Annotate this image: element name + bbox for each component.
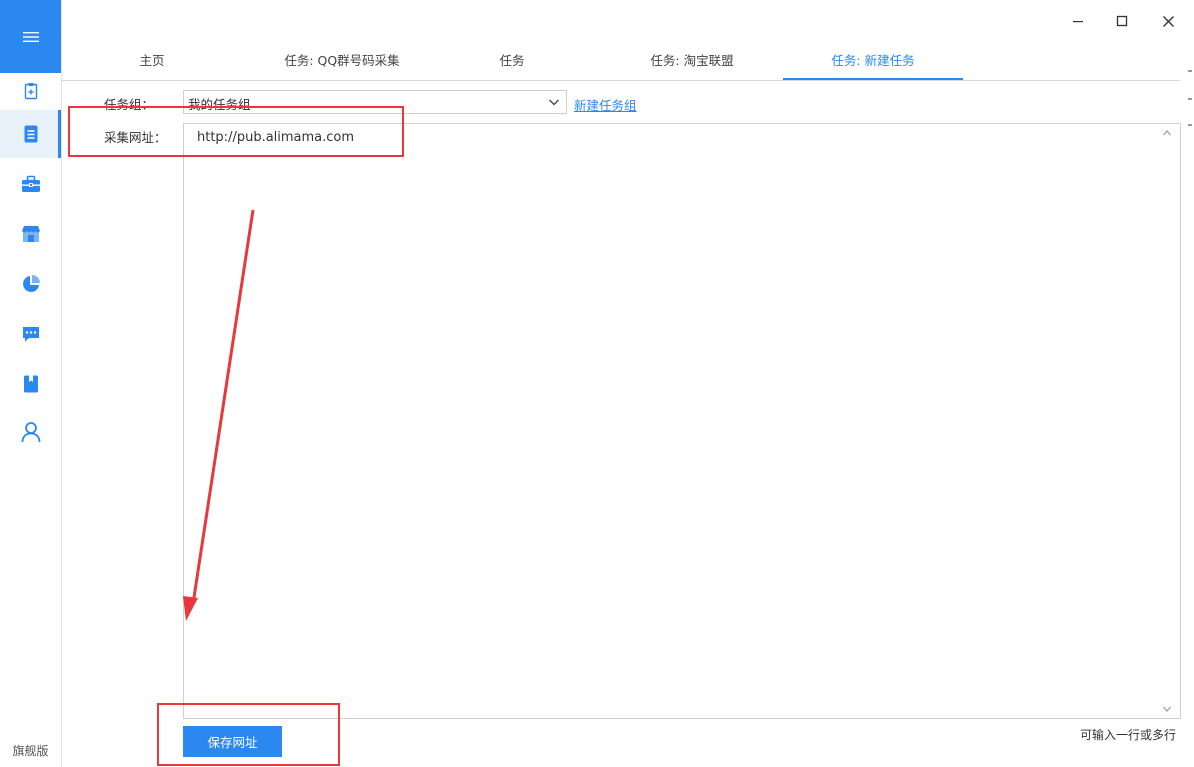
annotation-box-url <box>68 106 404 157</box>
close-icon <box>1162 15 1174 27</box>
minimize-button[interactable] <box>1066 10 1090 32</box>
sidebar-item-statistics[interactable] <box>0 260 61 308</box>
sidebar-item-store[interactable] <box>0 210 61 258</box>
maximize-icon <box>1116 15 1128 27</box>
hamburger-menu-button[interactable] <box>0 0 61 73</box>
input-hint: 可输入一行或多行 <box>1079 728 1176 742</box>
sidebar-item-messages[interactable] <box>0 310 61 358</box>
annotation-box-save <box>157 703 340 766</box>
maximize-button[interactable] <box>1110 10 1134 32</box>
tab-new-task[interactable]: 任务: 新建任务 <box>783 42 963 80</box>
tab-taobao-alliance[interactable]: 任务: 淘宝联盟 <box>622 42 762 79</box>
tab-qq-group-collect[interactable]: 任务: QQ群号码采集 <box>262 42 422 79</box>
book-icon <box>23 375 38 393</box>
url-textarea[interactable]: http://pub.alimama.com <box>183 123 1181 719</box>
briefcase-icon <box>21 175 40 192</box>
edition-label: 旗舰版 <box>12 744 49 758</box>
tab-bar: 主页 任务: QQ群号码采集 任务 任务: 淘宝联盟 任务: 新建任务 <box>62 42 1180 81</box>
sidebar-item-new-task[interactable] <box>0 73 61 109</box>
hamburger-icon <box>22 31 39 42</box>
tab-home[interactable]: 主页 <box>92 42 212 79</box>
edge-mark <box>1188 70 1192 72</box>
store-icon <box>21 226 40 242</box>
user-icon <box>21 422 40 443</box>
scroll-up-icon[interactable] <box>1162 128 1172 138</box>
edge-mark <box>1188 98 1192 100</box>
chat-icon <box>22 327 39 342</box>
tab-task[interactable]: 任务 <box>462 42 562 79</box>
edge-mark <box>1188 124 1192 126</box>
close-button[interactable] <box>1156 10 1180 32</box>
textarea-scrollbar[interactable] <box>1156 124 1180 718</box>
sidebar-item-tools[interactable] <box>0 160 61 208</box>
sidebar: 旗舰版 <box>0 0 62 767</box>
sidebar-item-tasks[interactable] <box>0 110 61 158</box>
scroll-down-icon[interactable] <box>1162 704 1172 714</box>
sidebar-item-help[interactable] <box>0 360 61 408</box>
new-task-group-link[interactable]: 新建任务组 <box>574 95 637 114</box>
minimize-icon <box>1073 21 1083 23</box>
clipboard-plus-icon <box>24 83 37 100</box>
document-icon <box>24 125 37 143</box>
sidebar-item-account[interactable] <box>0 408 61 456</box>
chevron-down-icon <box>549 99 559 106</box>
pie-chart-icon <box>22 275 40 292</box>
